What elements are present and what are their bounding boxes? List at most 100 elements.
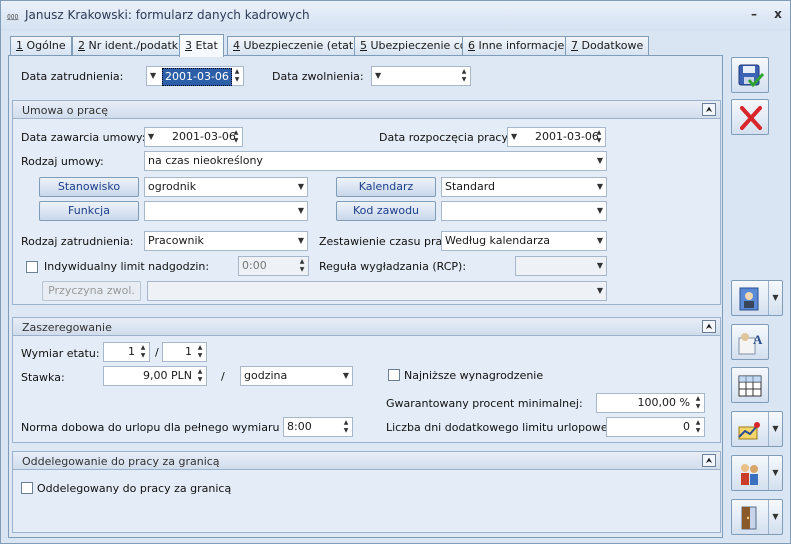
release-reason-button[interactable]: Przyczyna zwol.: [42, 281, 141, 301]
position-select[interactable]: ogrodnik ▼: [144, 177, 308, 197]
chevron-down-icon[interactable]: ▼: [150, 67, 156, 85]
close-button[interactable]: x: [771, 7, 785, 21]
spin-icon[interactable]: ▲ ▼: [233, 68, 241, 84]
table-button[interactable]: [731, 367, 769, 403]
rate-field[interactable]: 9,00 PLN ▲ ▼: [103, 366, 207, 386]
contract-type-label: Rodzaj umowy:: [21, 155, 104, 168]
collapse-icon[interactable]: ⮝: [702, 454, 716, 467]
norm-field[interactable]: 8:00 ▲ ▼: [283, 417, 353, 437]
spin-icon[interactable]: ▲ ▼: [595, 129, 603, 145]
chevron-down-icon[interactable]: ▼: [768, 500, 782, 534]
delegation-checkbox-label: Oddelegowany do pracy za granicą: [37, 482, 232, 495]
text-document-icon: A: [738, 332, 763, 355]
start-date-label: Data rozpoczęcia pracy:: [379, 131, 511, 144]
rate-unit-select[interactable]: godzina ▼: [240, 366, 353, 386]
profession-code-select[interactable]: ▼: [441, 201, 607, 221]
start-date-field[interactable]: ▼ 2001-03-06 ▲ ▼: [507, 127, 606, 147]
min-wage-label: Najniższe wynagrodzenie: [404, 369, 544, 382]
exit-door-button[interactable]: ▼: [731, 499, 783, 535]
overtime-limit-checkbox[interactable]: [26, 261, 38, 273]
guaranteed-field[interactable]: 100,00 % ▲ ▼: [596, 393, 705, 413]
minimize-button[interactable]: –: [747, 7, 761, 21]
conclusion-date-field[interactable]: ▼ 2001-03-06 ▲ ▼: [144, 127, 243, 147]
cancel-button[interactable]: [731, 99, 769, 135]
delegation-title: Oddelegowanie do pracy za granicą: [22, 455, 220, 468]
collapse-icon[interactable]: ⮝: [702, 103, 716, 116]
chevron-down-icon[interactable]: ▼: [768, 281, 782, 315]
door-icon: [741, 506, 757, 530]
chevron-down-icon[interactable]: ▼: [597, 202, 603, 220]
chart-button[interactable]: ▼: [731, 411, 783, 447]
chevron-down-icon[interactable]: ▼: [597, 178, 603, 196]
contract-panel-header: Umowa o pracę ⮝: [13, 101, 720, 119]
delegation-panel: Oddelegowanie do pracy za granicą ⮝ Odde…: [12, 451, 721, 533]
person-card-button[interactable]: ▼: [731, 280, 783, 316]
spin-icon[interactable]: ▲ ▼: [298, 258, 306, 274]
chart-icon: [738, 422, 760, 440]
profession-code-button[interactable]: Kod zawodu: [336, 201, 436, 221]
svg-text:A: A: [753, 332, 763, 347]
delegation-panel-header: Oddelegowanie do pracy za granicą ⮝: [13, 452, 720, 470]
conclusion-date-label: Data zawarcia umowy:: [21, 131, 146, 144]
chevron-down-icon[interactable]: ▼: [768, 412, 782, 446]
save-button[interactable]: [731, 57, 769, 93]
text-edit-button[interactable]: A: [731, 324, 769, 360]
fte-denominator-field[interactable]: 1 ▲ ▼: [162, 342, 207, 362]
worktime-select[interactable]: Według kalendarza ▼: [441, 231, 607, 251]
rcp-select[interactable]: ▼: [515, 256, 607, 276]
extra-days-field[interactable]: 0 ▲ ▼: [606, 417, 705, 437]
chevron-down-icon[interactable]: ▼: [343, 367, 349, 385]
spin-icon[interactable]: ▲ ▼: [342, 419, 350, 435]
delegation-checkbox[interactable]: [21, 482, 33, 494]
function-select[interactable]: ▼: [144, 201, 308, 221]
chevron-down-icon[interactable]: ▼: [298, 202, 304, 220]
tab-dodatkowe[interactable]: 7 Dodatkowe: [565, 36, 650, 55]
norm-label: Norma dobowa do urlopu dla pełnego wymia…: [21, 421, 316, 434]
chevron-down-icon[interactable]: ▼: [597, 257, 603, 275]
title-bar: ⅏ Janusz Krakowski: formularz danych kad…: [1, 1, 790, 31]
hire-date-field[interactable]: ▼ 2001-03-06 ▲ ▼: [146, 66, 244, 86]
tab-inne-informacje[interactable]: 6 Inne informacje: [462, 36, 571, 55]
extra-days-label: Liczba dni dodatkowego limitu urlopowego…: [386, 421, 626, 434]
spin-icon[interactable]: ▲ ▼: [196, 344, 204, 360]
chevron-down-icon[interactable]: ▼: [298, 178, 304, 196]
calendar-select[interactable]: Standard ▼: [441, 177, 607, 197]
spin-icon[interactable]: ▲ ▼: [139, 344, 147, 360]
chevron-down-icon[interactable]: ▼: [597, 152, 603, 170]
spin-icon[interactable]: ▲ ▼: [460, 68, 468, 84]
spin-icon[interactable]: ▲ ▼: [694, 395, 702, 411]
tab-nr-ident[interactable]: 2 Nr ident./podatki: [72, 36, 188, 55]
chevron-down-icon[interactable]: ▼: [375, 67, 381, 85]
chevron-down-icon[interactable]: ▼: [597, 282, 603, 300]
position-button[interactable]: Stanowisko: [39, 177, 139, 197]
people-button[interactable]: ▼: [731, 455, 783, 491]
release-reason-select[interactable]: ▼: [147, 281, 607, 301]
rate-separator: /: [221, 370, 225, 383]
app-icon: ⅏: [7, 10, 19, 23]
grade-panel: Zaszeregowanie ⮝ Wymiar etatu: 1 ▲ ▼ / 1 …: [12, 317, 721, 443]
tab-etat[interactable]: 3 Etat: [179, 34, 224, 57]
chevron-down-icon[interactable]: ▼: [597, 232, 603, 250]
fte-numerator-field[interactable]: 1 ▲ ▼: [103, 342, 150, 362]
worktime-label: Zestawienie czasu pracy:: [319, 235, 458, 248]
overtime-limit-field[interactable]: 0:00 ▲ ▼: [238, 256, 309, 276]
spin-icon[interactable]: ▲ ▼: [694, 419, 702, 435]
employment-type-select[interactable]: Pracownik ▼: [144, 231, 308, 251]
function-button[interactable]: Funkcja: [39, 201, 139, 221]
rcp-label: Reguła wygładzania (RCP):: [319, 260, 467, 273]
chevron-down-icon[interactable]: ▼: [511, 128, 517, 146]
collapse-icon[interactable]: ⮝: [702, 320, 716, 333]
min-wage-checkbox[interactable]: [388, 369, 400, 381]
tab-ubezpieczenie-cd[interactable]: 5 Ubezpieczenie cd: [354, 36, 473, 55]
spin-icon[interactable]: ▲ ▼: [196, 368, 204, 384]
release-date-field[interactable]: ▼ ▲ ▼: [371, 66, 471, 86]
tab-ubezpieczenie-etat[interactable]: 4 Ubezpieczenie (etat): [227, 36, 364, 55]
chevron-down-icon[interactable]: ▼: [298, 232, 304, 250]
calendar-button[interactable]: Kalendarz: [336, 177, 436, 197]
tab-ogolne[interactable]: 1 Ogólne: [10, 36, 72, 55]
chevron-down-icon[interactable]: ▼: [148, 128, 154, 146]
spin-icon[interactable]: ▲ ▼: [232, 129, 240, 145]
chevron-down-icon[interactable]: ▼: [768, 456, 782, 490]
fte-label: Wymiar etatu:: [21, 347, 100, 360]
contract-type-select[interactable]: na czas nieokreślony ▼: [144, 151, 607, 171]
